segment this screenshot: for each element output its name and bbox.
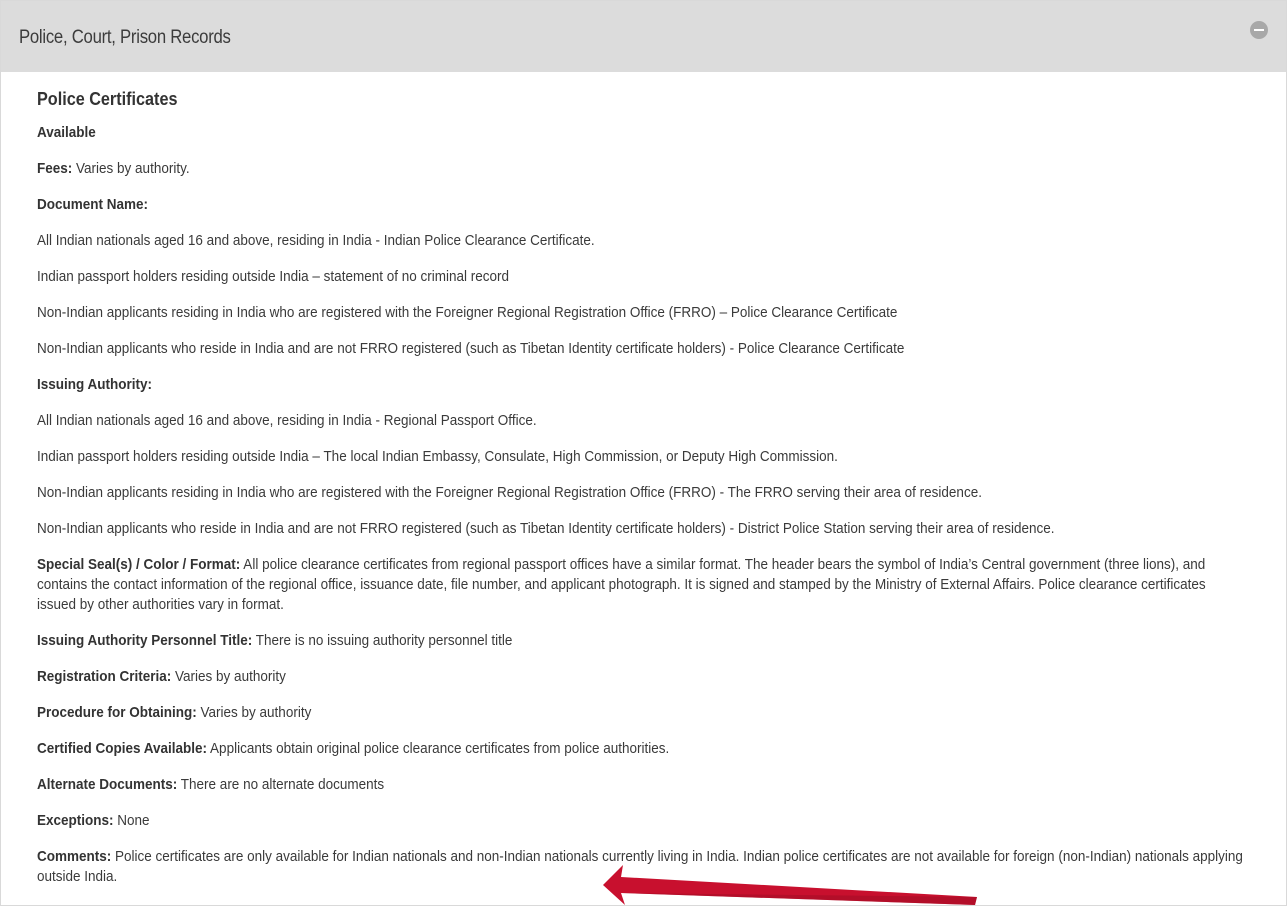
document-name-heading: Document Name:	[37, 195, 1248, 215]
personnel-row: Issuing Authority Personnel Title: There…	[37, 631, 1248, 651]
panel-title: Police, Court, Prison Records	[19, 27, 231, 48]
exceptions-value: None	[117, 812, 150, 829]
records-panel: Police, Court, Prison Records Police Cer…	[0, 0, 1287, 906]
comments-label: Comments:	[37, 848, 112, 865]
issuing-authority-label: Issuing Authority:	[37, 376, 153, 393]
availability-text: Available	[37, 124, 96, 141]
fees-row: Fees: Varies by authority.	[37, 159, 1248, 179]
alternate-value: There are no alternate documents	[180, 776, 385, 793]
registration-value: Varies by authority	[175, 668, 286, 685]
issuing-authority-item: Non-Indian applicants who reside in Indi…	[37, 520, 1055, 537]
issuing-authority-heading: Issuing Authority:	[37, 375, 1248, 395]
document-name-item: Indian passport holders residing outside…	[37, 268, 510, 285]
copies-label: Certified Copies Available:	[37, 740, 208, 757]
section-title: Police Certificates	[37, 89, 178, 109]
exceptions-row: Exceptions: None	[37, 811, 1248, 831]
document-name-item: Non-Indian applicants residing in India …	[37, 304, 898, 321]
availability: Available	[37, 123, 1248, 143]
registration-row: Registration Criteria: Varies by authori…	[37, 667, 1248, 687]
panel-content: Police Certificates Available Fees: Vari…	[37, 87, 1247, 903]
procedure-row: Procedure for Obtaining: Varies by autho…	[37, 703, 1248, 723]
minus-circle-icon[interactable]	[1250, 21, 1268, 39]
issuing-authority-item: Non-Indian applicants residing in India …	[37, 484, 982, 501]
panel-header[interactable]: Police, Court, Prison Records	[1, 1, 1286, 72]
copies-row: Certified Copies Available: Applicants o…	[37, 739, 1248, 759]
procedure-value: Varies by authority	[200, 704, 312, 721]
fees-value: Varies by authority.	[76, 160, 190, 177]
copies-value: Applicants obtain original police cleara…	[210, 740, 670, 757]
seal-row: Special Seal(s) / Color / Format: All po…	[37, 555, 1248, 615]
procedure-label: Procedure for Obtaining:	[37, 704, 197, 721]
document-name-item: Non-Indian applicants who reside in Indi…	[37, 340, 905, 357]
personnel-label: Issuing Authority Personnel Title:	[37, 632, 253, 649]
red-arrow-icon	[603, 865, 977, 905]
seal-label: Special Seal(s) / Color / Format:	[37, 556, 241, 573]
alternate-row: Alternate Documents: There are no altern…	[37, 775, 1248, 795]
issuing-authority-item: Indian passport holders residing outside…	[37, 448, 838, 465]
fees-label: Fees:	[37, 160, 73, 177]
registration-label: Registration Criteria:	[37, 668, 172, 685]
exceptions-label: Exceptions:	[37, 812, 114, 829]
issuing-authority-item: All Indian nationals aged 16 and above, …	[37, 412, 537, 429]
alternate-label: Alternate Documents:	[37, 776, 178, 793]
document-name-label: Document Name:	[37, 196, 149, 213]
personnel-value: There is no issuing authority personnel …	[255, 632, 513, 649]
document-name-item: All Indian nationals aged 16 and above, …	[37, 232, 595, 249]
